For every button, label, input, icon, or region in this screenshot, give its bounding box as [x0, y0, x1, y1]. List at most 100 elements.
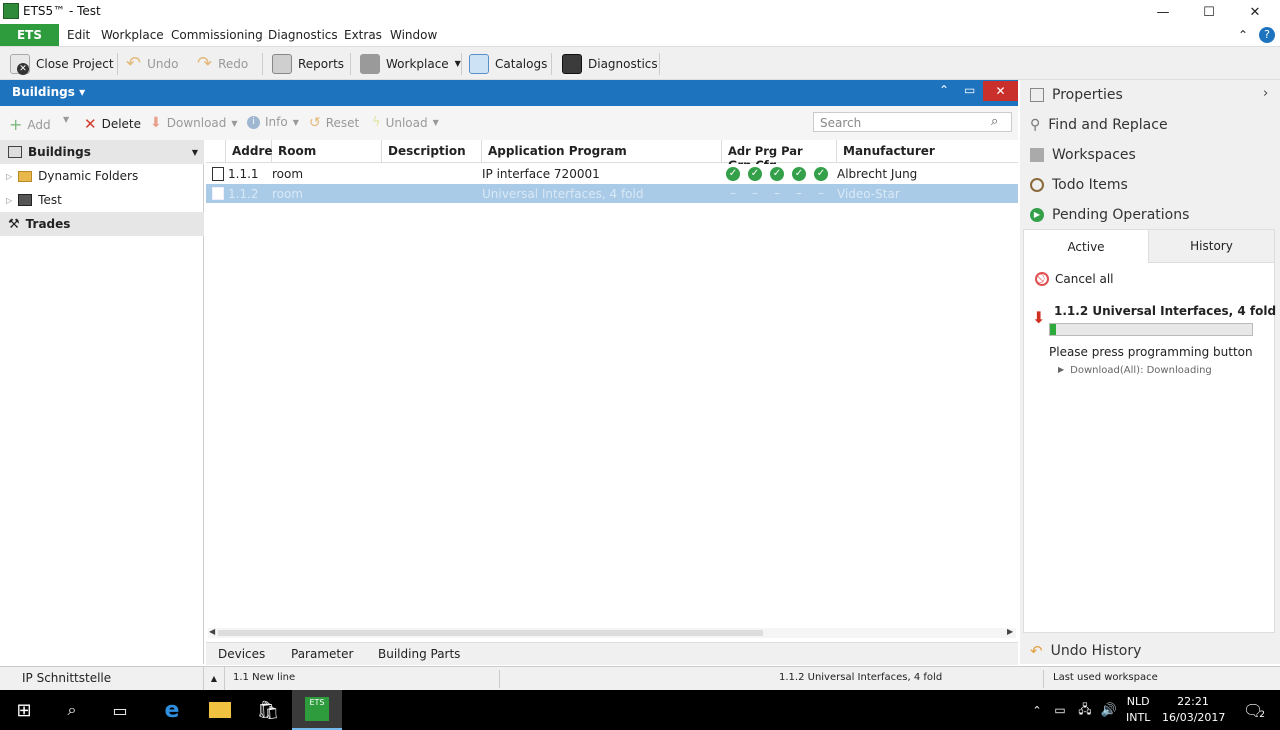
unload-button[interactable]: ϟ Unload ▼ — [372, 115, 439, 130]
folder-icon — [18, 170, 33, 182]
menu-edit[interactable]: Edit — [67, 28, 90, 42]
table-row-selected[interactable]: 1.1.2 room Universal Interfaces, 4 fold … — [206, 184, 1018, 203]
close-window-button[interactable]: ✕ — [1232, 0, 1278, 24]
store-icon[interactable]: 🛍 — [244, 690, 292, 730]
todo-items-item[interactable]: Todo Items — [1030, 173, 1128, 197]
status-interface[interactable]: IP Schnittstelle — [22, 671, 111, 685]
column-header-status-flags[interactable]: Adr Prg Par Grp Cfg — [722, 140, 837, 172]
scroll-right-icon[interactable]: ▶ — [1007, 627, 1013, 636]
horizontal-scrollbar[interactable]: ◀ ▶ — [208, 627, 1016, 638]
separator — [350, 53, 351, 75]
tree-item-test[interactable]: ▷ Test — [0, 188, 204, 212]
volume-icon[interactable]: 🔊 — [1098, 690, 1120, 730]
status-bar: IP Schnittstelle ▲ 1.1 New line 1.1.2 Un… — [0, 666, 1280, 690]
prg-check-icon: ✓ — [748, 167, 762, 181]
start-windows-icon[interactable]: ⊞ — [0, 690, 48, 730]
windows-taskbar: ⊞ ⌕ ▭ e 🛍 ETS ⌃ ▭ 🖧 🔊 NLD INTL 22:21 16/… — [0, 690, 1280, 730]
menu-window[interactable]: Window — [390, 28, 437, 42]
expand-arrow-icon[interactable]: ▷ — [6, 172, 12, 181]
table-row[interactable]: 1.1.1 room IP interface 720001 ✓ ✓ ✓ ✓ ✓ Alb… — [206, 164, 1018, 184]
tab-building-parts[interactable]: Building Parts — [378, 647, 460, 667]
pending-operations-item[interactable]: ▶ Pending Operations — [1030, 203, 1189, 227]
tab-active[interactable]: Active — [1024, 230, 1149, 263]
menu-extras[interactable]: Extras — [344, 28, 382, 42]
action-center-icon[interactable]: 🗨 2 — [1234, 690, 1274, 730]
find-replace-icon: ⚲ — [1030, 117, 1041, 133]
delete-button[interactable]: ✕ Delete — [84, 115, 141, 133]
workplace-button[interactable]: Workplace ▼ — [360, 47, 461, 80]
scroll-left-icon[interactable]: ◀ — [209, 627, 215, 636]
reset-button[interactable]: ↺ Reset — [309, 115, 359, 131]
task-view-icon[interactable]: ▭ — [96, 690, 144, 730]
dropdown-arrow-icon[interactable]: ▼ — [192, 148, 198, 157]
file-explorer-icon[interactable] — [196, 690, 244, 730]
add-dropdown-arrow-icon[interactable]: ▼ — [63, 115, 69, 124]
column-header-manufacturer[interactable]: Manufacturer — [837, 140, 1018, 163]
expand-pane-icon[interactable]: › — [1263, 86, 1268, 101]
tray-chevron-icon[interactable]: ⌃ — [1028, 690, 1046, 730]
undo-button[interactable]: ↶ Undo — [126, 47, 178, 80]
status-expand-icon[interactable]: ▲ — [203, 667, 225, 690]
tree-header-buildings[interactable]: Buildings ▼ — [0, 140, 204, 164]
close-project-button[interactable]: ✕ Close Project — [10, 47, 114, 80]
maximize-button[interactable]: ☐ — [1186, 0, 1232, 24]
dropdown-arrow-icon: ▼ — [292, 117, 299, 127]
undo-history-item[interactable]: ↶ Undo History — [1030, 639, 1141, 663]
network-icon[interactable]: 🖧 — [1074, 690, 1096, 730]
battery-icon[interactable]: ▭ — [1050, 690, 1070, 730]
column-header-application-program[interactable]: Application Program — [482, 140, 722, 163]
search-icon[interactable]: ⌕ — [48, 690, 96, 730]
dash-icon: – — [752, 186, 758, 200]
ets-menu-button[interactable]: ETS — [0, 24, 59, 46]
help-icon[interactable]: ? — [1259, 27, 1275, 43]
expand-arrow-icon[interactable]: ▷ — [6, 196, 12, 205]
clock-date: 16/03/2017 — [1162, 711, 1226, 724]
separator — [499, 670, 500, 688]
tab-history[interactable]: History — [1149, 230, 1274, 263]
column-header-room[interactable]: Room — [272, 140, 382, 163]
add-button[interactable]: + Add — [9, 115, 51, 134]
download-button[interactable]: ⬇ Download ▼ — [150, 115, 238, 131]
edge-browser-icon[interactable]: e — [148, 690, 196, 730]
cancel-all-button[interactable]: ⃠ Cancel all — [1035, 272, 1114, 286]
workspaces-item[interactable]: Workspaces — [1030, 143, 1136, 167]
redo-button[interactable]: ↷ Redo — [197, 47, 248, 80]
column-header-description[interactable]: Description — [382, 140, 482, 163]
collapse-ribbon-icon[interactable]: ⌃ — [1238, 28, 1248, 42]
menu-commissioning[interactable]: Commissioning — [171, 28, 263, 42]
ets-app-icon — [3, 3, 19, 19]
tree-header-trades[interactable]: ⚒ Trades — [0, 212, 204, 236]
close-project-icon: ✕ — [10, 53, 30, 75]
status-line: 1.1 New line — [233, 672, 296, 683]
catalogs-button[interactable]: Catalogs — [469, 47, 547, 80]
panel-title-dropdown[interactable]: Buildings ▾ — [12, 85, 85, 99]
info-button[interactable]: i Info ▼ — [247, 115, 299, 129]
separator — [1043, 670, 1044, 688]
cell-address: 1.1.2 — [228, 187, 259, 201]
search-icon[interactable]: ⌕ — [991, 114, 998, 129]
language-indicator[interactable]: NLD INTL — [1126, 694, 1150, 726]
search-input[interactable]: Search — [813, 112, 1012, 132]
ets-taskbar-button[interactable]: ETS — [292, 690, 342, 730]
column-header-address[interactable]: Addres — [226, 140, 280, 163]
collapse-panel-icon[interactable]: ⌃ — [939, 83, 949, 97]
tab-parameter[interactable]: Parameter — [291, 647, 353, 667]
operation-detail[interactable]: ▶ Download(All): Downloading — [1058, 365, 1212, 376]
reports-button[interactable]: Reports — [272, 47, 344, 80]
adr-check-icon: ✓ — [726, 167, 740, 181]
menu-workplace[interactable]: Workplace — [101, 28, 164, 42]
status-workspace: Last used workspace — [1053, 672, 1158, 683]
find-replace-item[interactable]: ⚲ Find and Replace — [1030, 113, 1168, 137]
maximize-panel-icon[interactable]: ▭ — [964, 83, 975, 97]
clock[interactable]: 22:21 16/03/2017 — [1162, 694, 1226, 726]
menu-diagnostics[interactable]: Diagnostics — [268, 28, 338, 42]
close-panel-button[interactable]: ✕ — [983, 81, 1018, 101]
minimize-button[interactable]: — — [1140, 0, 1186, 24]
tree-item-dynamic-folders[interactable]: ▷ Dynamic Folders — [0, 164, 204, 188]
tab-devices[interactable]: Devices — [218, 647, 265, 667]
progress-fill — [1050, 324, 1057, 335]
scrollbar-thumb[interactable] — [218, 630, 763, 636]
properties-item[interactable]: Properties — [1030, 83, 1123, 107]
workplace-icon — [360, 53, 380, 74]
diagnostics-button[interactable]: Diagnostics — [562, 47, 658, 80]
